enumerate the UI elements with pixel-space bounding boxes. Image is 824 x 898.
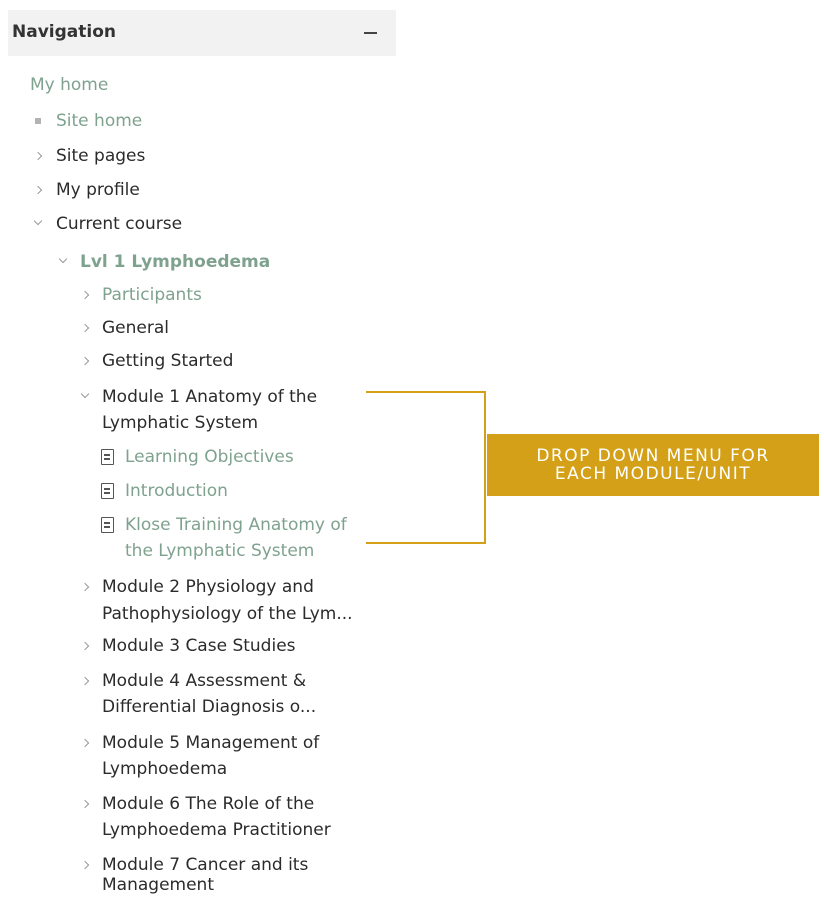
- chevron-right-icon[interactable]: [34, 177, 44, 203]
- chevron-right-icon[interactable]: [81, 852, 91, 878]
- nav-module-5[interactable]: Module 5 Management of: [102, 730, 319, 756]
- chevron-right-icon[interactable]: [81, 633, 91, 659]
- nav-klose-training-line2[interactable]: the Lymphatic System: [125, 538, 314, 564]
- chevron-right-icon[interactable]: [81, 574, 91, 600]
- nav-module-7-line2[interactable]: Management: [102, 872, 214, 898]
- nav-current-course[interactable]: Current course: [56, 211, 182, 237]
- nav-klose-training[interactable]: Klose Training Anatomy of: [125, 512, 347, 538]
- navigation-block: Navigation: [8, 10, 396, 56]
- chevron-down-icon[interactable]: [34, 211, 44, 237]
- nav-module-2[interactable]: Module 2 Physiology and: [102, 574, 314, 600]
- callout-banner: DROP DOWN MENU FOR EACH MODULE/UNIT: [487, 434, 819, 496]
- navigation-header: Navigation: [8, 10, 396, 56]
- bullet-icon: [34, 108, 44, 134]
- chevron-right-icon[interactable]: [81, 791, 91, 817]
- callout-bracket: [366, 391, 486, 544]
- page-icon: [101, 483, 114, 499]
- nav-site-home[interactable]: Site home: [56, 108, 142, 134]
- collapse-icon[interactable]: [360, 18, 384, 46]
- chevron-right-icon[interactable]: [81, 730, 91, 756]
- nav-introduction[interactable]: Introduction: [125, 478, 228, 504]
- nav-module-2-line2[interactable]: Pathophysiology of the Lym...: [102, 601, 353, 627]
- chevron-down-icon[interactable]: [59, 249, 69, 275]
- chevron-right-icon[interactable]: [34, 143, 44, 169]
- chevron-right-icon[interactable]: [81, 282, 91, 308]
- nav-module-5-line2[interactable]: Lymphoedema: [102, 756, 227, 782]
- nav-course-name[interactable]: Lvl 1 Lymphoedema: [80, 249, 270, 275]
- nav-module-1[interactable]: Module 1 Anatomy of the: [102, 384, 317, 410]
- nav-module-1-line2[interactable]: Lymphatic System: [102, 410, 258, 436]
- nav-learning-objectives[interactable]: Learning Objectives: [125, 444, 294, 470]
- nav-participants[interactable]: Participants: [102, 282, 202, 308]
- chevron-down-icon[interactable]: [81, 384, 91, 410]
- nav-my-profile[interactable]: My profile: [56, 177, 140, 203]
- nav-module-3[interactable]: Module 3 Case Studies: [102, 633, 296, 659]
- nav-getting-started[interactable]: Getting Started: [102, 348, 233, 374]
- nav-site-pages[interactable]: Site pages: [56, 143, 145, 169]
- nav-module-6-line2[interactable]: Lymphoedema Practitioner: [102, 817, 331, 843]
- callout-line-2: EACH MODULE/UNIT: [554, 464, 752, 484]
- page-icon: [101, 517, 114, 533]
- nav-module-4[interactable]: Module 4 Assessment &: [102, 668, 306, 694]
- nav-my-home[interactable]: My home: [30, 72, 108, 98]
- chevron-right-icon[interactable]: [81, 668, 91, 694]
- nav-module-6[interactable]: Module 6 The Role of the: [102, 791, 314, 817]
- callout-line-1: DROP DOWN MENU FOR: [536, 446, 770, 466]
- navigation-title: Navigation: [12, 22, 116, 42]
- chevron-right-icon[interactable]: [81, 348, 91, 374]
- page-icon: [101, 449, 114, 465]
- nav-general[interactable]: General: [102, 315, 169, 341]
- chevron-right-icon[interactable]: [81, 315, 91, 341]
- nav-module-4-line2[interactable]: Differential Diagnosis o...: [102, 694, 316, 720]
